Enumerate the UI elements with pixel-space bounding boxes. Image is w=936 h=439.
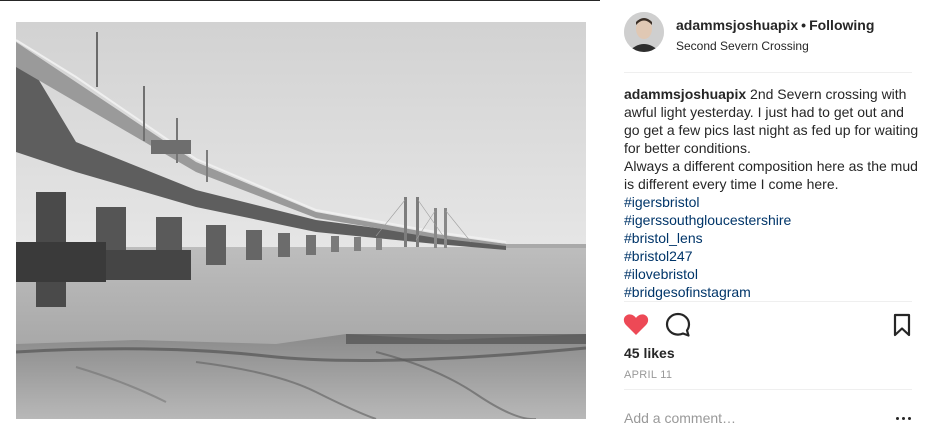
post-photo[interactable] [16, 22, 586, 419]
location-link[interactable]: Second Severn Crossing [676, 39, 916, 53]
hashtag-link[interactable]: #bristol247 [624, 247, 920, 265]
divider [624, 301, 912, 302]
hashtag-link[interactable]: #bristol_lens [624, 229, 920, 247]
more-options-button[interactable] [896, 408, 912, 428]
save-button[interactable] [888, 311, 916, 339]
separator-dot: • [801, 17, 807, 33]
divider [624, 389, 912, 390]
like-count[interactable]: 45 likes [624, 345, 675, 361]
avatar[interactable] [624, 12, 664, 52]
hashtag-link[interactable]: #igersbristol [624, 193, 920, 211]
caption-username[interactable]: adammsjoshuapix [624, 86, 746, 102]
caption-text-2: Always a different composition here as t… [624, 158, 918, 192]
hashtag-link[interactable]: #igerssouthgloucestershire [624, 211, 920, 229]
comment-icon [665, 312, 691, 337]
username[interactable]: adammsjoshuapix [676, 17, 798, 33]
action-bar [622, 311, 912, 339]
more-options-icon [902, 417, 905, 420]
follow-button[interactable]: Following [809, 17, 874, 33]
divider [624, 72, 912, 73]
bridge-photo-image [16, 22, 586, 419]
hashtag-link[interactable]: #bridgesofinstagram [624, 283, 920, 301]
more-options-icon [908, 417, 911, 420]
post-date[interactable]: APRIL 11 [624, 369, 672, 381]
hashtag-link[interactable]: #ilovebristol [624, 265, 920, 283]
heart-icon [623, 314, 649, 335]
caption: adammsjoshuapix 2nd Severn crossing with… [624, 85, 920, 301]
post-header: adammsjoshuapix • Following Second Severn … [624, 12, 912, 60]
comment-input[interactable] [624, 408, 874, 428]
avatar-image [624, 12, 664, 52]
comment-button[interactable] [664, 311, 692, 339]
like-button[interactable] [622, 311, 650, 339]
top-border [0, 0, 600, 1]
bookmark-icon [893, 313, 911, 337]
post-sidebar: adammsjoshuapix • Following Second Severn … [600, 0, 936, 439]
more-options-icon [896, 417, 899, 420]
post-container: adammsjoshuapix • Following Second Severn … [0, 0, 936, 439]
